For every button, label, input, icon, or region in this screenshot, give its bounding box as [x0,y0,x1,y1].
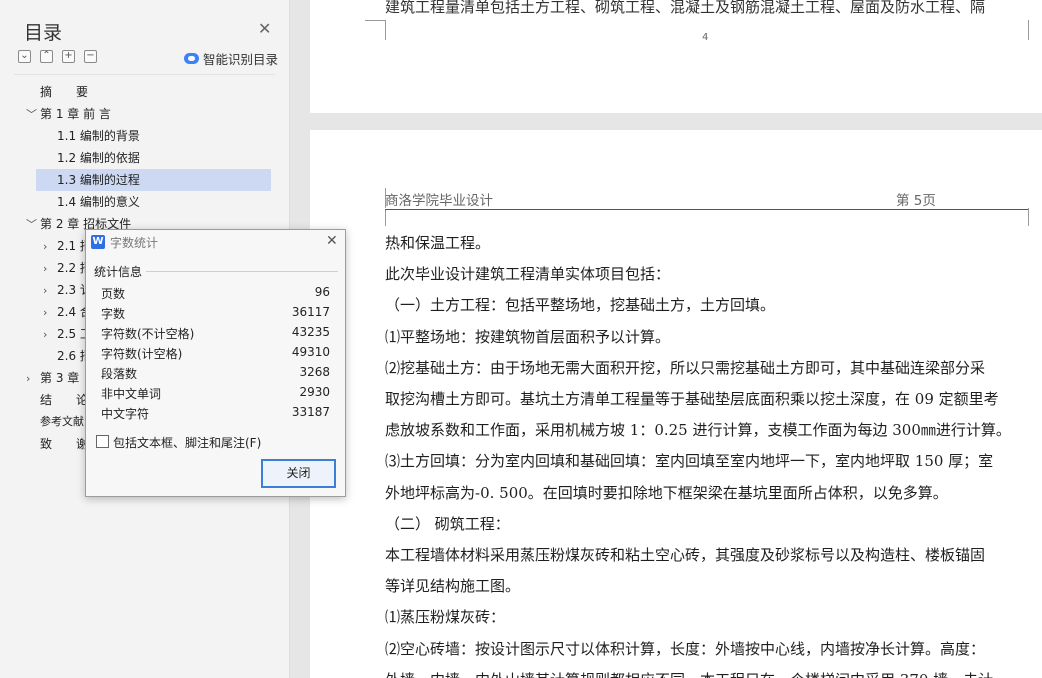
body-line: （一）土方工程：包括平整场地，挖基础土方，土方回填。 [385,296,776,315]
toc-item-1-1[interactable]: 1.1 编制的背景 [57,125,140,147]
body-line: 外墙、内墙、内外山墙其计算规则都相应不同。本工程只在一个楼梯间中采用 370 墙… [385,665,1035,678]
section-label: 统计信息 [94,265,143,279]
chevron-right-icon[interactable]: › [26,368,40,390]
collapse-all-icon[interactable]: ⌄ [18,50,31,63]
stat-label: 字符数(不计空格) [101,327,195,341]
include-textbox-checkbox[interactable] [96,435,109,448]
chevron-right-icon[interactable]: › [43,324,57,346]
close-button[interactable]: 关闭 [261,459,336,488]
toc-item-chapter1[interactable]: ﹀ 第 1 章 前 言 [26,103,111,125]
body-line: 虑放坡系数和工作面，采用机械方坡 1：0.25 进行计算，支模工作面为每边 30… [385,421,1011,440]
body-line: （二） 砌筑工程： [385,514,510,533]
stat-label: 字数 [101,307,126,321]
stat-value: 49310 [291,345,330,359]
toc-toolbar: ⌄ ⌃ + − [18,50,97,63]
toc-item-label: 致 谢 [40,437,89,451]
chevron-right-icon[interactable]: › [43,236,57,258]
stat-row-pages: 页数 96 [101,285,330,305]
close-icon[interactable]: ✕ [326,233,338,249]
toc-item-label: 参考文献 [40,415,84,428]
toc-item-label: 结 论 [40,393,89,407]
body-line: 热和保温工程。 [385,234,491,252]
toc-item-label: 1.4 编制的意义 [57,195,140,209]
stat-row-chars-with-spaces: 字符数(计空格) 49310 [101,345,330,365]
smart-toc-button[interactable]: 智能识别目录 [184,49,278,68]
toc-item-1-2[interactable]: 1.2 编制的依据 [57,147,140,169]
body-line: ⑴平整场地：按建筑物首层面积予以计算。 [385,327,671,346]
stat-value: 33187 [291,405,330,419]
stat-label: 中文字符 [101,407,150,421]
stat-row-chars-no-spaces: 字符数(不计空格) 43235 [101,325,330,345]
stat-label: 段落数 [101,367,138,381]
toc-item-label: 摘 要 [40,85,89,99]
stat-value: 96 [314,285,330,299]
body-line: 此次毕业设计建筑工程清单实体项目包括： [385,265,671,284]
chevron-right-icon[interactable]: › [43,258,57,280]
toc-item-label: 第 1 章 前 言 [40,107,111,121]
toc-item-label: 1.2 编制的依据 [57,151,140,165]
checkbox-label[interactable]: 包括文本框、脚注和尾注(F) [113,434,261,451]
toc-item-conclusion[interactable]: 结 论 [40,389,88,411]
margin-mark [1028,20,1029,40]
toc-item-1-4[interactable]: 1.4 编制的意义 [57,191,140,213]
expand-all-icon[interactable]: ⌃ [40,50,53,63]
toc-item-references[interactable]: 参考文献 [40,411,84,433]
stat-row-chinese-chars: 中文字符 33187 [101,405,330,425]
stat-row-words: 字数 36117 [101,305,330,325]
stat-value: 3268 [299,365,330,379]
margin-mark [365,20,385,21]
dialog-title: 字数统计 [110,236,159,250]
toc-item-chapter3[interactable]: › 第 3 章 [26,367,79,389]
chevron-down-icon[interactable]: ﹀ [26,104,40,126]
wps-logo-icon: W [91,235,105,249]
body-line: ⑵挖基础土方：由于场地无需大面积开挖，所以只需挖基础土方即可，其中基础连梁部分采 [385,358,986,377]
body-line: ⑴蒸压粉煤灰砖： [385,608,506,627]
page-4: 建筑工程量清单包括土方工程、砌筑工程、混凝土及钢筋混凝土工程、屋面及防水工程、隔… [310,0,1042,113]
toc-title: 目录 [24,22,63,44]
margin-mark [385,210,386,226]
page-header-left: 商洛学院毕业设计 [385,193,493,209]
stat-row-paragraphs: 段落数 3268 [101,365,330,385]
body-line: 外地坪标高为-0. 500。在回填时要扣除地下框架梁在基坑里面所占体积，以免多算… [385,483,948,502]
cloud-icon [184,53,199,64]
toc-item-label: 第 3 章 [40,371,80,385]
header-rule [385,209,1028,210]
stat-row-non-chinese-words: 非中文单词 2930 [101,385,330,405]
remove-heading-icon[interactable]: − [84,50,97,63]
body-line: 取挖沟槽土方即可。基坑土方清单工程量等于基础垫层底面积乘以挖土深度，在 09 定… [385,390,999,409]
document-view: 建筑工程量清单包括土方工程、砌筑工程、混凝土及钢筋混凝土工程、屋面及防水工程、隔… [290,0,1042,678]
stat-value: 36117 [291,305,330,319]
page-header-right: 第 5页 [896,193,936,209]
toc-item-label: 1.1 编制的背景 [57,129,140,143]
margin-mark [1028,208,1029,226]
stat-label: 字符数(计空格) [101,347,183,361]
close-icon[interactable]: ✕ [258,21,271,37]
margin-mark [385,20,386,40]
page-body[interactable]: 热和保温工程。 此次毕业设计建筑工程清单实体项目包括： （一）土方工程：包括平整… [385,228,1035,678]
stat-value: 2930 [299,385,330,399]
divider [14,74,275,75]
smart-toc-label: 智能识别目录 [203,52,279,67]
toc-item-1-3[interactable]: 1.3 编制的过程 [36,169,271,191]
body-line: 等详见结构施工图。 [385,577,521,596]
toc-item-abstract[interactable]: 摘 要 [40,81,88,103]
stat-label: 页数 [101,287,126,301]
add-heading-icon[interactable]: + [62,50,75,63]
stat-label: 非中文单词 [101,387,162,401]
chevron-down-icon[interactable]: ﹀ [26,214,40,236]
stat-value: 43235 [291,325,330,339]
toc-item-label: 1.3 编制的过程 [57,173,140,187]
body-line: 本工程墙体材料采用蒸压粉煤灰砖和粘土空心砖，其强度及砂浆标号以及构造柱、楼板锚固 [385,546,986,565]
chevron-right-icon[interactable]: › [43,280,57,302]
body-line: ⑶土方回填：分为室内回填和基础回填：室内回填至室内地坪一下，室内地坪取 150 … [385,452,994,471]
page-5: 商洛学院毕业设计 第 5页 热和保温工程。 此次毕业设计建筑工程清单实体项目包括… [310,130,1042,678]
word-count-dialog: W 字数统计 ✕ 统计信息 页数 96 字数 36117 字符数(不计空格) 4323… [85,229,346,497]
body-line: ⑵空心砖墙：按设计图示尺寸以体积计算，长度：外墙按中心线，内墙按净长计算。高度： [385,639,986,658]
chevron-right-icon[interactable]: › [43,302,57,324]
page-text-line: 建筑工程量清单包括土方工程、砌筑工程、混凝土及钢筋混凝土工程、屋面及防水工程、隔 [385,0,986,16]
divider [146,271,338,272]
page-number: 4 [702,32,709,43]
toc-item-acknowledgement[interactable]: 致 谢 [40,433,88,455]
